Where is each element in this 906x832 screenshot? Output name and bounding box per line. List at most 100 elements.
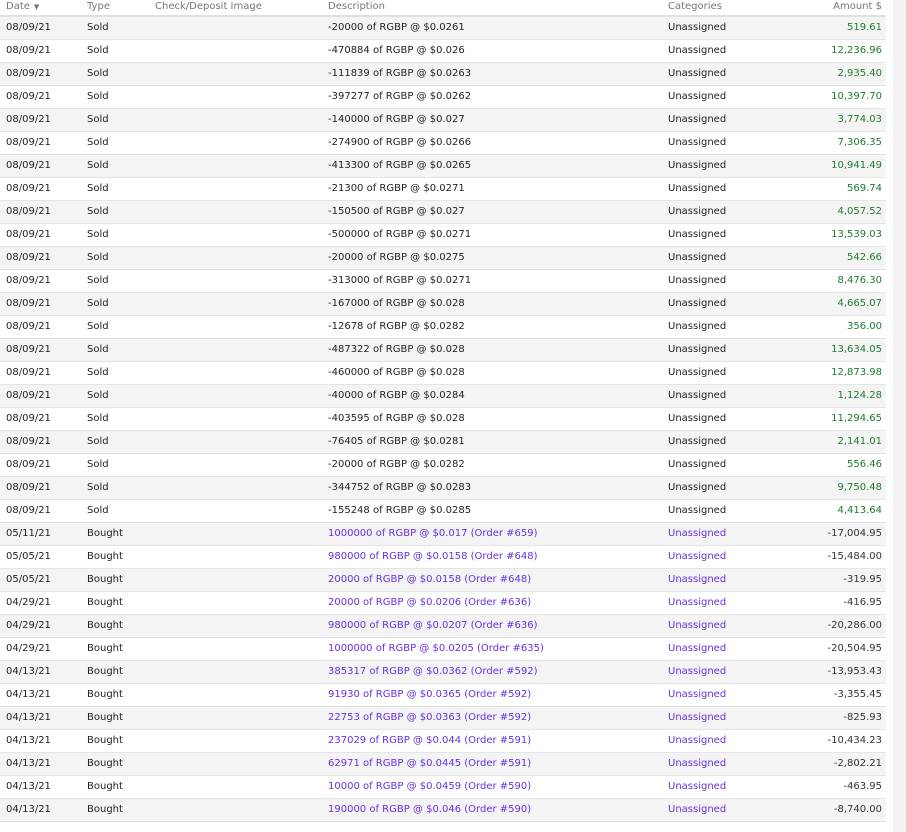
table-row[interactable]: 04/29/21 Bought 20000 of RGBP @ $0.0206 (O… (0, 592, 886, 615)
date-cell: 08/09/21 (6, 321, 51, 332)
category-cell[interactable]: Unassigned (668, 707, 726, 729)
date-cell: 08/09/21 (6, 367, 51, 378)
header-description[interactable]: Description (328, 0, 385, 13)
description-cell: -313000 of RGBP @ $0.0271 (328, 275, 472, 286)
category-cell: Unassigned (668, 137, 727, 148)
description-cell: -397277 of RGBP @ $0.0262 (328, 91, 472, 102)
table-row[interactable]: 04/13/21 Bought 91930 of RGBP @ $0.0365 (O… (0, 684, 886, 707)
amount-cell: -825.93 (843, 712, 882, 723)
header-categories[interactable]: Categories (668, 0, 722, 13)
table-row[interactable]: 08/09/21 Sold -21300 of RGBP @ $0.0271 Unas… (0, 178, 886, 201)
table-row[interactable]: 05/05/21 Bought 20000 of RGBP @ $0.0158 (O… (0, 569, 886, 592)
date-cell: 08/09/21 (6, 160, 51, 171)
table-row[interactable]: 08/09/21 Sold -397277 of RGBP @ $0.0262 Una… (0, 86, 886, 109)
table-row[interactable]: 08/09/21 Sold -500000 of RGBP @ $0.0271 Una… (0, 224, 886, 247)
category-cell[interactable]: Unassigned (668, 661, 726, 683)
description-cell[interactable]: 62971 of RGBP @ $0.0445 (Order #591) (328, 753, 531, 775)
type-cell: Sold (87, 137, 109, 148)
table-row[interactable]: 08/09/21 Sold -150500 of RGBP @ $0.027 Unas… (0, 201, 886, 224)
header-date[interactable]: Date ▼ (6, 0, 39, 14)
table-row[interactable]: 08/09/21 Sold -460000 of RGBP @ $0.028 Unas… (0, 362, 886, 385)
category-cell[interactable]: Unassigned (668, 799, 726, 821)
amount-cell: 11,294.65 (831, 413, 882, 424)
description-cell[interactable]: 20000 of RGBP @ $0.0158 (Order #648) (328, 569, 531, 591)
amount-cell: 4,057.52 (837, 206, 882, 217)
date-cell: 04/29/21 (6, 620, 51, 631)
category-cell: Unassigned (668, 321, 727, 332)
table-row[interactable]: 08/09/21 Sold -20000 of RGBP @ $0.0275 Unas… (0, 247, 886, 270)
category-cell[interactable]: Unassigned (668, 753, 726, 775)
date-cell: 08/09/21 (6, 275, 51, 286)
amount-cell: 1,124.28 (837, 390, 882, 401)
table-row[interactable]: 04/29/21 Bought 1000000 of RGBP @ $0.0205 … (0, 638, 886, 661)
table-row[interactable]: 05/11/21 Bought 1000000 of RGBP @ $0.017 (… (0, 523, 886, 546)
date-cell: 08/09/21 (6, 298, 51, 309)
table-row[interactable]: 08/09/21 Sold -76405 of RGBP @ $0.0281 Unas… (0, 431, 886, 454)
table-row[interactable]: 04/13/21 Bought 10000 of RGBP @ $0.0459 (O… (0, 776, 886, 799)
amount-cell: 10,941.49 (831, 160, 882, 171)
header-date-label: Date (6, 1, 30, 12)
table-row[interactable]: 04/13/21 Bought 62971 of RGBP @ $0.0445 (O… (0, 753, 886, 776)
table-row[interactable]: 05/05/21 Bought 980000 of RGBP @ $0.0158 (… (0, 546, 886, 569)
description-cell[interactable]: 980000 of RGBP @ $0.0207 (Order #636) (328, 615, 538, 637)
table-row[interactable]: 08/09/21 Sold -274900 of RGBP @ $0.0266 Una… (0, 132, 886, 155)
table-row[interactable]: 04/13/21 Bought 237029 of RGBP @ $0.044 (O… (0, 730, 886, 753)
category-cell[interactable]: Unassigned (668, 638, 726, 660)
table-row[interactable]: 04/13/21 Bought 385317 of RGBP @ $0.0362 (… (0, 661, 886, 684)
description-cell[interactable]: 1000000 of RGBP @ $0.0205 (Order #635) (328, 638, 544, 660)
description-cell: -111839 of RGBP @ $0.0263 (328, 68, 472, 79)
amount-cell: -13,953.43 (827, 666, 882, 677)
category-cell[interactable]: Unassigned (668, 523, 726, 545)
category-cell: Unassigned (668, 390, 727, 401)
table-row[interactable]: 08/09/21 Sold -413300 of RGBP @ $0.0265 Una… (0, 155, 886, 178)
description-cell[interactable]: 10000 of RGBP @ $0.0459 (Order #590) (328, 776, 531, 798)
table-row[interactable]: 08/09/21 Sold -167000 of RGBP @ $0.028 Unas… (0, 293, 886, 316)
date-cell: 04/13/21 (6, 735, 51, 746)
type-cell: Sold (87, 22, 109, 33)
date-cell: 04/29/21 (6, 597, 51, 608)
table-row[interactable]: 04/13/21 Bought 22753 of RGBP @ $0.0363 (O… (0, 707, 886, 730)
description-cell[interactable]: 385317 of RGBP @ $0.0362 (Order #592) (328, 661, 538, 683)
table-row[interactable]: 08/09/21 Sold -403595 of RGBP @ $0.028 Unas… (0, 408, 886, 431)
date-cell: 08/09/21 (6, 114, 51, 125)
description-cell[interactable]: 980000 of RGBP @ $0.0158 (Order #648) (328, 546, 538, 568)
description-cell[interactable]: 20000 of RGBP @ $0.0206 (Order #636) (328, 592, 531, 614)
category-cell[interactable]: Unassigned (668, 776, 726, 798)
category-cell[interactable]: Unassigned (668, 546, 726, 568)
table-row[interactable]: 08/09/21 Sold -487322 of RGBP @ $0.028 Unas… (0, 339, 886, 362)
scrollbar[interactable] (893, 0, 906, 832)
description-cell: -344752 of RGBP @ $0.0283 (328, 482, 472, 493)
category-cell: Unassigned (668, 344, 727, 355)
table-row[interactable]: 08/09/21 Sold -155248 of RGBP @ $0.0285 Una… (0, 500, 886, 523)
category-cell[interactable]: Unassigned (668, 592, 726, 614)
table-row[interactable]: 08/09/21 Sold -111839 of RGBP @ $0.0263 Una… (0, 63, 886, 86)
category-cell: Unassigned (668, 275, 727, 286)
category-cell[interactable]: Unassigned (668, 684, 726, 706)
table-row[interactable]: 08/09/21 Sold -20000 of RGBP @ $0.0261 Unas… (0, 17, 886, 40)
category-cell[interactable]: Unassigned (668, 730, 726, 752)
description-cell[interactable]: 1000000 of RGBP @ $0.017 (Order #659) (328, 523, 538, 545)
description-cell[interactable]: 22753 of RGBP @ $0.0363 (Order #592) (328, 707, 531, 729)
type-cell: Bought (87, 574, 123, 585)
description-cell[interactable]: 91930 of RGBP @ $0.0365 (Order #592) (328, 684, 531, 706)
table-row[interactable]: 08/09/21 Sold -313000 of RGBP @ $0.0271 Una… (0, 270, 886, 293)
table-row[interactable]: 08/09/21 Sold -20000 of RGBP @ $0.0282 Unas… (0, 454, 886, 477)
table-row[interactable]: 08/09/21 Sold -140000 of RGBP @ $0.027 Unas… (0, 109, 886, 132)
table-row[interactable]: 08/09/21 Sold -470884 of RGBP @ $0.026 Unas… (0, 40, 886, 63)
table-row[interactable]: 04/29/21 Bought 980000 of RGBP @ $0.0207 (… (0, 615, 886, 638)
description-cell[interactable]: 190000 of RGBP @ $0.046 (Order #590) (328, 799, 531, 821)
description-cell: -500000 of RGBP @ $0.0271 (328, 229, 472, 240)
type-cell: Sold (87, 229, 109, 240)
header-amount[interactable]: Amount $ (833, 0, 882, 13)
table-row[interactable]: 08/09/21 Sold -12678 of RGBP @ $0.0282 Unas… (0, 316, 886, 339)
table-row[interactable]: 04/13/21 Bought 190000 of RGBP @ $0.046 (O… (0, 799, 886, 822)
category-cell[interactable]: Unassigned (668, 615, 726, 637)
date-cell: 08/09/21 (6, 482, 51, 493)
date-cell: 08/09/21 (6, 390, 51, 401)
sort-down-icon[interactable]: ▼ (34, 3, 39, 11)
table-row[interactable]: 08/09/21 Sold -40000 of RGBP @ $0.0284 Unas… (0, 385, 886, 408)
description-cell[interactable]: 237029 of RGBP @ $0.044 (Order #591) (328, 730, 531, 752)
category-cell[interactable]: Unassigned (668, 569, 726, 591)
header-type[interactable]: Type (87, 0, 110, 13)
table-row[interactable]: 08/09/21 Sold -344752 of RGBP @ $0.0283 Una… (0, 477, 886, 500)
